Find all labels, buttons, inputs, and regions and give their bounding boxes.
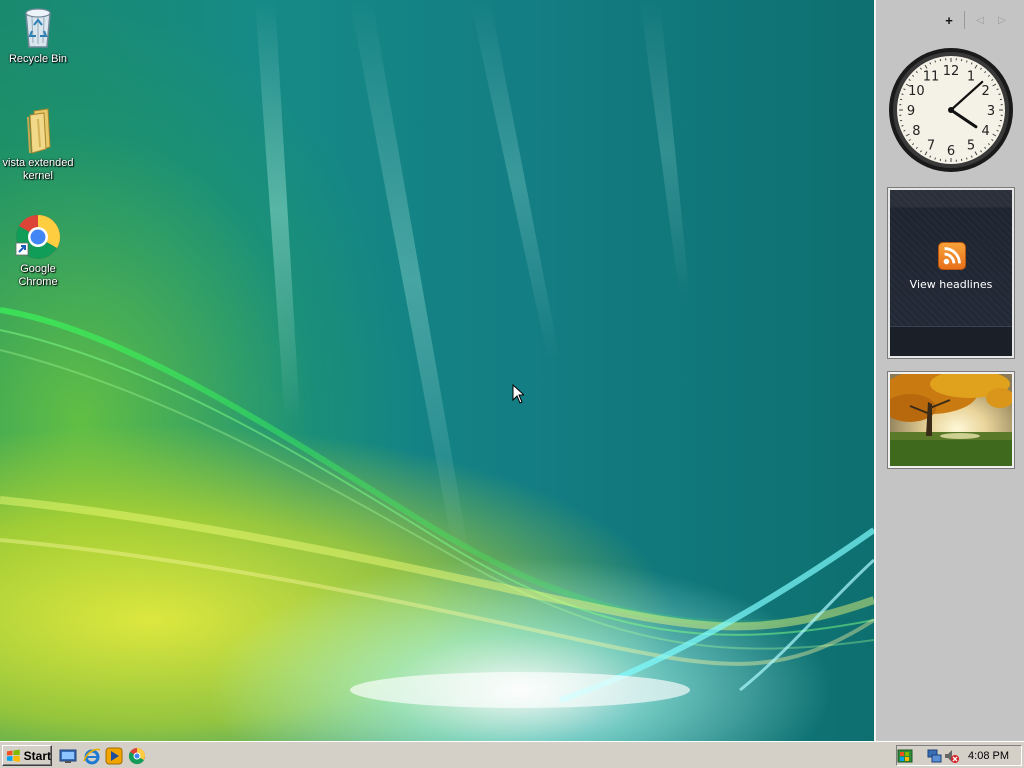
clock-numeral: 1 xyxy=(967,69,975,84)
clock-tick xyxy=(901,125,904,127)
desktop-icon-label: Google Chrome xyxy=(18,263,58,288)
chrome-icon xyxy=(15,215,60,259)
clock-numeral: 5 xyxy=(967,139,975,154)
desktop-icon-google-chrome[interactable]: Google Chrome xyxy=(0,213,76,289)
system-tray: 4:08 PM xyxy=(896,745,1022,766)
windows-logo-icon xyxy=(6,749,20,762)
network-icon[interactable] xyxy=(927,748,943,764)
desktop-icon-label: Recycle Bin xyxy=(8,53,68,65)
autumn-tree-photo xyxy=(890,374,1012,466)
mouse-cursor-icon xyxy=(512,384,524,404)
desktop-icon-label: vista extended kernel xyxy=(2,157,74,182)
desktop-icon-recycle-bin[interactable]: Recycle Bin xyxy=(0,3,76,66)
rss-icon xyxy=(938,242,966,270)
clock-numeral: 9 xyxy=(907,104,915,119)
sidebar-controls-divider xyxy=(964,11,965,29)
chrome-icon[interactable] xyxy=(128,747,146,765)
desktop-icon-folder[interactable]: vista extended kernel xyxy=(0,107,76,183)
show-desktop-icon[interactable] xyxy=(59,747,77,765)
clock-numeral: 8 xyxy=(912,124,920,139)
clock-numeral: 10 xyxy=(908,84,925,99)
sidebar-controls: + ◁ ▷ xyxy=(942,10,1009,30)
desktop-wallpaper[interactable]: Recycle Bin vista extended kernel Google… xyxy=(0,0,874,741)
wallpaper-aurora xyxy=(0,0,874,708)
clock-numeral: 7 xyxy=(927,139,935,154)
clock-numeral: 4 xyxy=(981,124,989,139)
feed-headlines-gadget[interactable]: View headlines xyxy=(887,187,1015,359)
clock-numeral: 6 xyxy=(947,144,955,159)
folder-icon xyxy=(27,108,51,154)
recycle-bin-icon xyxy=(25,8,51,48)
clock-tick xyxy=(934,157,936,160)
tray-clock[interactable]: 4:08 PM xyxy=(968,750,1009,762)
taskbar: Start 4:08 PM xyxy=(0,741,1024,768)
start-label: Start xyxy=(23,748,51,763)
clock-numeral: 2 xyxy=(981,84,989,99)
add-gadget-button[interactable]: + xyxy=(942,13,956,28)
feed-gadget-footer xyxy=(890,326,1012,356)
volume-muted-icon[interactable] xyxy=(943,748,959,764)
clock-tick xyxy=(934,60,936,63)
internet-explorer-icon[interactable] xyxy=(83,747,101,765)
clock-gadget[interactable]: 12 12 3 45678 9 1011 xyxy=(887,46,1015,174)
clock-numeral: 11 xyxy=(923,69,940,84)
view-headlines-link[interactable]: View headlines xyxy=(890,278,1012,291)
clock-tick xyxy=(998,93,1001,95)
clock-tick xyxy=(966,157,968,160)
next-page-button[interactable]: ▷ xyxy=(995,15,1009,26)
clock-numeral: 12 xyxy=(943,64,960,79)
slideshow-gadget[interactable] xyxy=(887,371,1015,469)
clock-tick xyxy=(966,60,968,63)
media-player-icon[interactable] xyxy=(105,747,123,765)
clock-tick xyxy=(998,125,1001,127)
previous-page-button[interactable]: ◁ xyxy=(973,15,987,26)
start-button[interactable]: Start xyxy=(2,745,52,766)
windows-sidebar: + ◁ ▷ 12 1 2 3 4 5 6 7 8 9 10 11 View headlines xyxy=(874,0,1024,741)
clock-numeral: 3 xyxy=(987,104,995,119)
clock-tick xyxy=(901,93,904,95)
